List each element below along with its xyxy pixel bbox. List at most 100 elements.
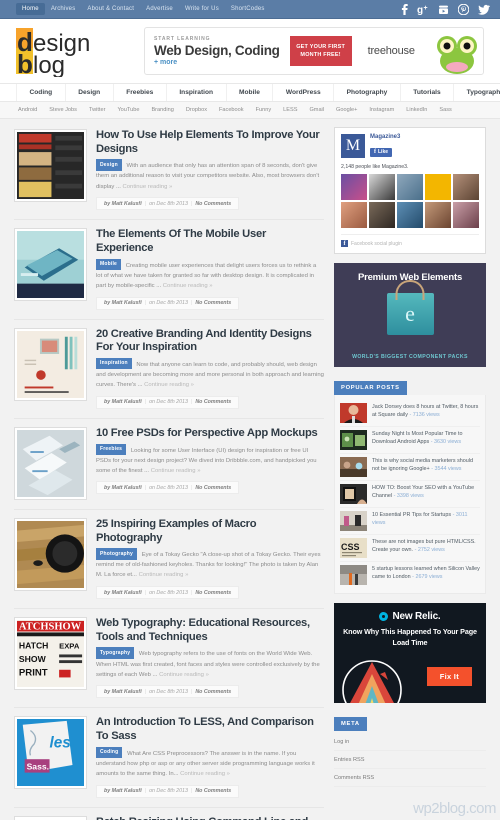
avatar[interactable] [341, 174, 367, 200]
table-row[interactable]: 10 Free PSDs for Perspective App Mockups… [14, 419, 324, 510]
topnav-item-archives[interactable]: Archives [45, 3, 82, 15]
avatar[interactable] [425, 202, 451, 228]
ad-cta-button[interactable]: GET YOUR FIRST MONTH FREE! [289, 35, 352, 67]
post-title[interactable]: 10 Free PSDs for Perspective App Mockups [96, 427, 324, 441]
category-coding[interactable]: Coding [16, 84, 66, 101]
continue-reading-link[interactable]: Continue reading » [151, 468, 201, 474]
status-badge[interactable]: Typography [96, 647, 135, 660]
tag-steve-jobs[interactable]: Steve Jobs [49, 107, 77, 113]
category-mobile[interactable]: Mobile [227, 84, 274, 101]
category-photography[interactable]: Photography [334, 84, 401, 101]
premium-web-elements-ad[interactable]: Premium Web Elements e WORLD'S BIGGEST C… [334, 263, 486, 367]
topnav-item-write-for-us[interactable]: Write for Us [179, 3, 225, 15]
continue-reading-link[interactable]: Continue reading » [123, 184, 173, 190]
list-item[interactable]: This is why social media marketers shoul… [340, 453, 480, 480]
topnav-item-advertise[interactable]: Advertise [140, 3, 179, 15]
new-relic-ad[interactable]: New Relic. Know Why This Happened To You… [334, 603, 486, 703]
status-badge[interactable]: Photography [96, 548, 138, 560]
post-author[interactable]: by Matt Kalusfi [104, 689, 142, 695]
avatar[interactable] [453, 202, 479, 228]
facebook-icon[interactable] [401, 3, 408, 15]
post-title[interactable]: 20 Creative Branding And Identity Design… [96, 328, 324, 355]
topnav-item-home[interactable]: Home [16, 3, 45, 15]
avatar[interactable] [425, 174, 451, 200]
post-author[interactable]: by Matt Kalusfi [104, 399, 142, 405]
post-title[interactable]: How To Use Help Elements To Improve Your… [96, 129, 324, 156]
popular-post-thumbnail[interactable]: CSS [340, 538, 367, 558]
category-tutorials[interactable]: Tutorials [401, 84, 455, 101]
tag-instagram[interactable]: Instagram [369, 107, 394, 113]
post-comments[interactable]: No Comments [195, 201, 231, 207]
avatar[interactable] [369, 202, 395, 228]
avatar[interactable] [397, 202, 423, 228]
list-item[interactable]: 10 Essential PR Tips for Startups - 3011… [340, 507, 480, 534]
category-typography[interactable]: Typography [454, 84, 500, 101]
post-author[interactable]: by Matt Kalusfi [104, 300, 142, 306]
post-comments[interactable]: No Comments [195, 485, 231, 491]
post-thumbnail[interactable] [14, 426, 87, 500]
post-thumbnail[interactable]: ATCHSHOW HATCH SHOW PRINT EXPA [14, 617, 87, 691]
post-thumbnail[interactable]: les Sass. [14, 716, 87, 790]
facebook-like-button[interactable]: f Like [370, 147, 393, 157]
tag-android[interactable]: Android [18, 107, 37, 113]
popular-post-thumbnail[interactable] [340, 430, 367, 450]
youtube-icon[interactable] [438, 4, 449, 15]
facebook-page-name[interactable]: Magazine3 [370, 134, 400, 140]
fix-it-button[interactable]: Fix It [426, 667, 472, 686]
post-comments[interactable]: No Comments [195, 399, 231, 405]
topnav-item-about-contact[interactable]: About & Contact [81, 3, 140, 15]
tag-google-plus[interactable]: Google+ [336, 107, 357, 113]
tag-facebook[interactable]: Facebook [219, 107, 244, 113]
tag-sass[interactable]: Sass [439, 107, 451, 113]
post-thumbnail[interactable] [14, 327, 87, 401]
continue-reading-link[interactable]: Continue reading » [159, 672, 209, 678]
popular-post-thumbnail[interactable] [340, 457, 367, 477]
table-row[interactable]: ATCHSHOW HATCH SHOW PRINT EXPA Web Typog… [14, 609, 324, 709]
status-badge[interactable]: Design [96, 159, 122, 171]
table-row[interactable]: Batch Resizing Using Command Line and Im… [14, 808, 324, 820]
tag-branding[interactable]: Branding [151, 107, 173, 113]
post-thumbnail[interactable] [14, 815, 87, 820]
tag-linkedin[interactable]: LinkedIn [406, 107, 427, 113]
post-thumbnail[interactable] [14, 517, 87, 591]
google-plus-icon[interactable]: g + [417, 4, 429, 15]
list-item[interactable]: Jack Dorsey does 8 hours at Twitter, 8 h… [340, 400, 480, 426]
avatar[interactable] [453, 174, 479, 200]
tag-twitter[interactable]: Twitter [89, 107, 105, 113]
avatar[interactable] [369, 174, 395, 200]
continue-reading-link[interactable]: Continue reading » [139, 572, 189, 578]
tag-less[interactable]: LESS [283, 107, 297, 113]
continue-reading-link[interactable]: Continue reading » [180, 771, 230, 777]
tag-funny[interactable]: Funny [256, 107, 272, 113]
post-author[interactable]: by Matt Kalusfi [104, 788, 142, 794]
table-row[interactable]: 25 Inspiring Examples of Macro Photograp… [14, 510, 324, 610]
category-freebies[interactable]: Freebies [114, 84, 167, 101]
pinterest-icon[interactable] [458, 3, 469, 15]
category-inspiration[interactable]: Inspiration [167, 84, 227, 101]
site-logo[interactable]: d esign b log [16, 25, 126, 77]
post-title[interactable]: Web Typography: Educational Resources, T… [96, 617, 324, 644]
avatar[interactable] [341, 202, 367, 228]
meta-link-entries-rss[interactable]: Entries RSS [334, 751, 486, 769]
table-row[interactable]: les Sass. An Introduction To LESS, And C… [14, 708, 324, 808]
tag-dropbox[interactable]: Dropbox [186, 107, 207, 113]
twitter-icon[interactable] [478, 4, 490, 15]
post-title[interactable]: 25 Inspiring Examples of Macro Photograp… [96, 518, 324, 545]
category-design[interactable]: Design [66, 84, 114, 101]
status-badge[interactable]: Inspiration [96, 357, 132, 370]
list-item[interactable]: Sunday Night Is Most Popular Time to Dow… [340, 426, 480, 453]
status-badge[interactable]: Coding [96, 746, 123, 759]
post-comments[interactable]: No Comments [195, 788, 231, 794]
table-row[interactable]: 20 Creative Branding And Identity Design… [14, 320, 324, 419]
tag-gmail[interactable]: Gmail [309, 107, 324, 113]
list-item[interactable]: 5 startup lessons learned when Silicon V… [340, 561, 480, 588]
list-item[interactable]: CSS These are not images but pure HTML/C… [340, 534, 480, 561]
post-thumbnail[interactable] [14, 228, 87, 302]
popular-post-thumbnail[interactable] [340, 403, 367, 423]
avatar[interactable] [397, 174, 423, 200]
treehouse-ad-banner[interactable]: START LEARNING Web Design, Coding + more… [144, 27, 484, 75]
post-comments[interactable]: No Comments [195, 590, 231, 596]
continue-reading-link[interactable]: Continue reading » [163, 283, 213, 289]
post-author[interactable]: by Matt Kalusfi [104, 485, 142, 491]
continue-reading-link[interactable]: Continue reading » [144, 382, 194, 388]
